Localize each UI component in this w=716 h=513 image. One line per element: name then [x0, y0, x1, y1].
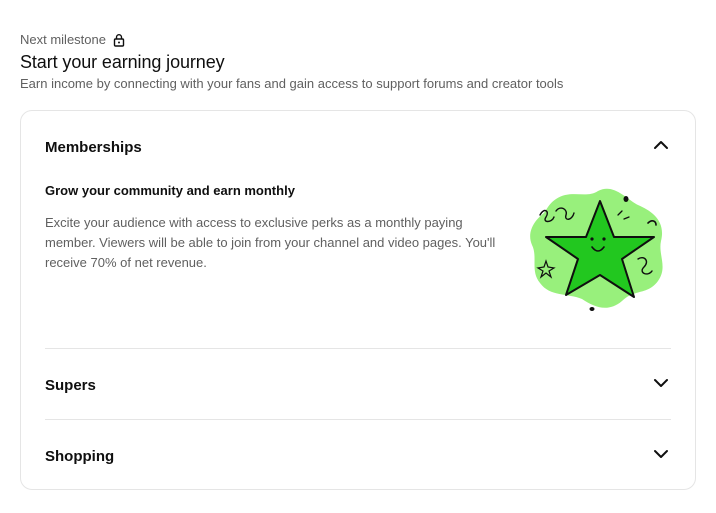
shopping-header[interactable]: Shopping [45, 444, 671, 469]
supers-title: Supers [45, 377, 96, 394]
chevron-up-icon[interactable] [651, 135, 671, 160]
memberships-header[interactable]: Memberships [45, 135, 671, 160]
star-illustration [526, 181, 671, 316]
milestone-label: Next milestone [20, 32, 106, 47]
section-divider [45, 419, 671, 420]
lock-icon [112, 33, 126, 47]
section-divider [45, 348, 671, 349]
chevron-down-icon[interactable] [651, 444, 671, 469]
page-subtitle: Earn income by connecting with your fans… [20, 76, 564, 91]
page-title: Start your earning journey [20, 52, 225, 72]
memberships-description: Excite your audience with access to excl… [45, 215, 496, 270]
milestone-row: Next milestone [20, 32, 126, 47]
monetization-accordion: Memberships Grow your community and earn… [20, 110, 696, 490]
memberships-subheading: Grow your community and earn monthly [45, 183, 295, 198]
shopping-title: Shopping [45, 448, 115, 465]
supers-header[interactable]: Supers [45, 373, 671, 398]
chevron-down-icon[interactable] [651, 373, 671, 398]
memberships-title: Memberships [45, 139, 142, 156]
